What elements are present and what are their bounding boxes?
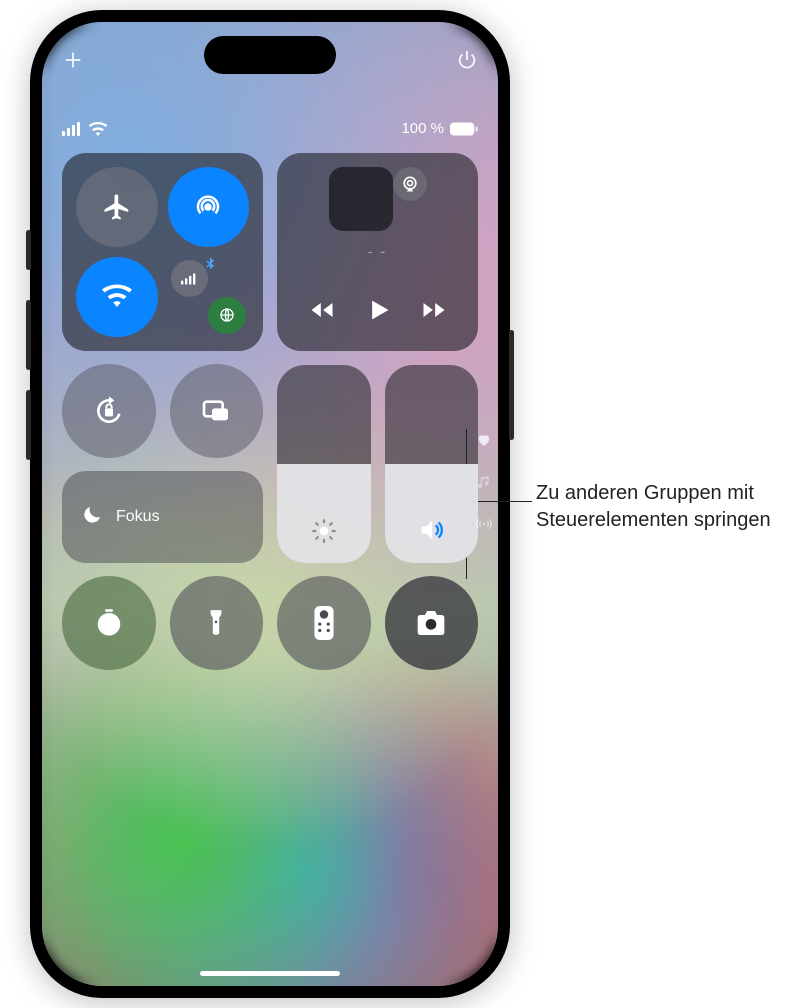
next-track-button[interactable] (420, 296, 448, 329)
battery-icon (450, 122, 478, 136)
battery-text: 100 % (401, 120, 444, 137)
airplay-button[interactable] (393, 167, 427, 201)
flashlight-tile[interactable] (170, 577, 264, 669)
screen-mirroring-tile[interactable] (170, 365, 264, 457)
page-indicator-favorites-icon[interactable] (476, 432, 492, 448)
side-button-power (509, 330, 514, 440)
page-indicators[interactable] (476, 432, 492, 532)
wifi-status-icon (88, 122, 108, 136)
side-button-silence (26, 230, 31, 270)
focus-label: Fokus (116, 508, 160, 526)
media-tile[interactable]: - - (277, 153, 478, 351)
previous-track-button[interactable] (308, 296, 336, 329)
callout-text: Zu anderen Gruppen mit Steuerelementen s… (536, 480, 796, 534)
side-button-volume-down (26, 390, 31, 460)
phone-frame: 100 % (30, 10, 510, 998)
cellular-bluetooth-vpn-button[interactable] (168, 257, 250, 337)
media-title-placeholder: - - (368, 243, 387, 259)
camera-tile[interactable] (385, 577, 479, 669)
wifi-button[interactable] (76, 257, 158, 337)
volume-slider[interactable] (385, 365, 479, 563)
dynamic-island (204, 36, 336, 74)
brightness-icon (311, 518, 337, 549)
vpn-icon (208, 297, 245, 334)
connectivity-tile[interactable] (62, 153, 263, 351)
airplane-mode-button[interactable] (76, 167, 158, 247)
focus-tile[interactable]: Fokus (62, 471, 263, 563)
cellular-signal-icon (62, 122, 82, 136)
media-artwork (329, 167, 393, 231)
control-center: 100 % (42, 22, 498, 986)
remote-tile[interactable] (277, 577, 371, 669)
brightness-slider[interactable] (277, 365, 371, 563)
power-icon[interactable] (456, 49, 478, 71)
status-bar: 100 % (62, 120, 478, 137)
orientation-lock-tile[interactable] (62, 365, 156, 457)
airdrop-button[interactable] (168, 167, 250, 247)
home-indicator[interactable] (200, 971, 340, 976)
bluetooth-mini-icon (202, 256, 218, 275)
side-button-volume-up (26, 300, 31, 370)
page-indicator-music-icon[interactable] (476, 474, 492, 490)
page-indicator-connectivity-icon[interactable] (476, 516, 492, 532)
add-control-icon[interactable] (62, 49, 84, 71)
screen: 100 % (42, 22, 498, 986)
timer-tile[interactable] (62, 577, 156, 669)
volume-icon (417, 516, 445, 549)
moon-icon (80, 503, 104, 532)
play-button[interactable] (364, 296, 392, 329)
control-grid: - - (62, 153, 478, 669)
cellular-data-icon (171, 260, 208, 297)
